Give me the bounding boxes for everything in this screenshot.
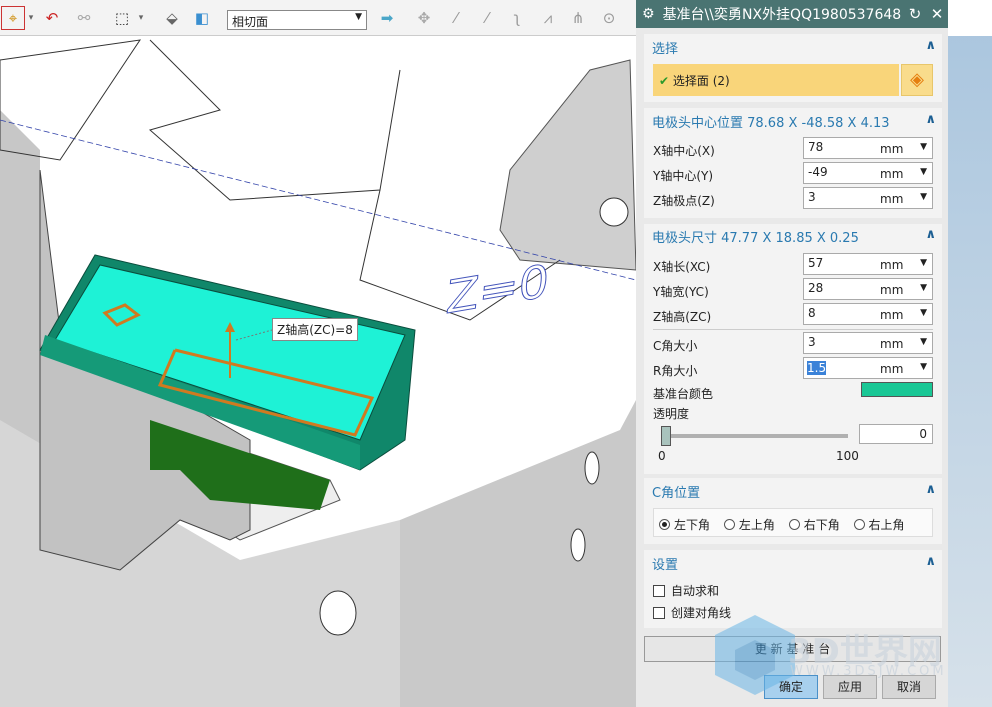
snap-filter-icon[interactable]: ⌖ [1,6,25,30]
fillet-size-input[interactable]: 1.5 mm ▼ [803,357,933,379]
section-header[interactable]: 电极头尺寸 47.77 X 18.85 X 0.25 [652,227,859,246]
curve-icon[interactable]: ʅ [505,6,529,30]
chamfer-size-input[interactable]: 3 mm ▼ [803,332,933,354]
base-color-swatch[interactable] [861,382,933,397]
close-icon[interactable]: ✕ [926,5,948,23]
dropdown-arrow-icon[interactable]: ▾ [26,6,36,30]
z-height-label: Z轴高(ZC) [653,310,712,324]
toolbar: ⌖ ▾ ↶ ⚯ ⬚ ▾ ⬙ ◧ 相切面 ▼ ➡ ✥ ⁄ ⁄ ʅ ⩘ ⋔ ⊙ [0,0,636,36]
hole [570,528,586,562]
collapse-icon[interactable]: ∧ [925,482,936,497]
radio-top-right[interactable]: 右上角 [853,518,905,532]
filter-value: 相切面 [232,15,269,29]
dimension-tooltip[interactable]: Z轴高(ZC)=8 [272,318,358,341]
undo-point-icon[interactable]: ↶ [40,6,64,30]
slider-min-label: 0 [658,449,666,463]
corner-radio-group: 左下角 左上角 右下角 右上角 [653,508,933,537]
slider-max-label: 100 [836,449,859,463]
collapse-icon[interactable]: ∧ [925,227,936,242]
hole [584,451,600,485]
select-section: 选择 ∧ ✔ 选择面 (2) ◈ [644,34,942,102]
transparency-input[interactable]: 0 [859,424,933,444]
y-center-input[interactable]: -49 mm ▼ [803,162,933,184]
transparency-slider-thumb[interactable] [661,426,671,446]
corner-position-section: C角位置 ∧ 左下角 左上角 右下角 右上角 [644,478,942,544]
selection-filter-dropdown[interactable]: 相切面 ▼ [227,10,367,30]
y-center-label: Y轴中心(Y) [653,169,714,183]
dialog-titlebar: ⚙ 基准台\\奕勇NX外挂QQ1980537648 ↻ ✕ [636,0,948,28]
dialog-title: 基准台\\奕勇NX外挂QQ1980537648 [662,7,902,23]
section-header[interactable]: 选择 [652,38,678,57]
radio-bottom-left[interactable]: 左下角 [659,518,710,532]
x-length-input[interactable]: 57 mm ▼ [803,253,933,275]
chevron-down-icon: ▼ [355,12,362,22]
polyline-icon[interactable]: ⩘ [536,6,560,30]
collapse-icon[interactable]: ∧ [925,112,936,127]
chamfer-size-label: C角大小 [653,339,698,353]
select-face-label: 选择面 (2) [672,74,730,88]
y-width-label: Y轴宽(YC) [653,285,709,299]
solid-box-icon[interactable]: ⬙ [160,6,184,30]
size-section: 电极头尺寸 47.77 X 18.85 X 0.25 ∧ X轴长(XC) 57 m… [644,224,942,474]
auto-unite-checkbox[interactable]: 自动求和 [653,582,719,599]
z-height-input[interactable]: 8 mm ▼ [803,303,933,325]
y-width-input[interactable]: 28 mm ▼ [803,278,933,300]
circle-center-icon[interactable]: ⊙ [597,6,621,30]
checkmark-icon: ✔ [659,74,670,88]
hole [599,197,629,227]
z-point-label: Z轴极点(Z) [653,194,715,208]
z-point-input[interactable]: 3 mm ▼ [803,187,933,209]
intersection-icon[interactable]: ⋔ [566,6,590,30]
watermark-url: WWW.3DSJW.COM [790,664,947,679]
section-header[interactable]: C角位置 [652,482,700,501]
transparency-label: 透明度 [653,407,690,421]
3d-viewport[interactable] [0,37,636,707]
radio-bottom-right[interactable]: 右下角 [788,518,840,532]
x-length-label: X轴长(XC) [653,260,711,274]
divider [653,329,933,330]
section-header[interactable]: 设置 [652,554,678,573]
binoculars-icon[interactable]: ⚯ [72,6,96,30]
x-center-label: X轴中心(X) [653,144,715,158]
background-panel [948,0,992,707]
transparency-slider-track[interactable] [668,434,848,438]
gear-icon[interactable]: ⚙ [642,6,655,22]
section-header[interactable]: 电极头中心位置 78.68 X -48.58 X 4.13 [652,112,890,131]
snap-points-icon[interactable]: ✥ [412,6,436,30]
center-section: 电极头中心位置 78.68 X -48.58 X 4.13 ∧ X轴中心(X) … [644,108,942,218]
collapse-icon[interactable]: ∧ [925,38,936,53]
select-face-item[interactable]: ✔ 选择面 (2) [653,64,899,96]
fillet-size-label: R角大小 [653,364,698,378]
datum-base-dialog: ⚙ 基准台\\奕勇NX外挂QQ1980537648 ↻ ✕ 选择 ∧ ✔ 选择面… [636,0,948,707]
collapse-icon[interactable]: ∧ [925,554,936,569]
line-endpoint-icon[interactable]: ⁄ [444,6,468,30]
select-solid-icon[interactable]: ◈ [901,64,933,96]
reset-icon[interactable]: ↻ [904,5,926,23]
base-color-label: 基准台颜色 [653,387,714,401]
rect-select-icon[interactable]: ⬚ [110,6,134,30]
radio-top-left[interactable]: 左上角 [723,518,775,532]
hole [319,590,357,636]
midpoint-icon[interactable]: ⁄ [475,6,499,30]
cube-view-icon[interactable]: ◧ [190,6,214,30]
watermark-logo [710,610,800,700]
dropdown-arrow-icon[interactable]: ▾ [136,6,146,30]
x-center-input[interactable]: 78 mm ▼ [803,137,933,159]
arrow-right-icon[interactable]: ➡ [375,6,399,30]
